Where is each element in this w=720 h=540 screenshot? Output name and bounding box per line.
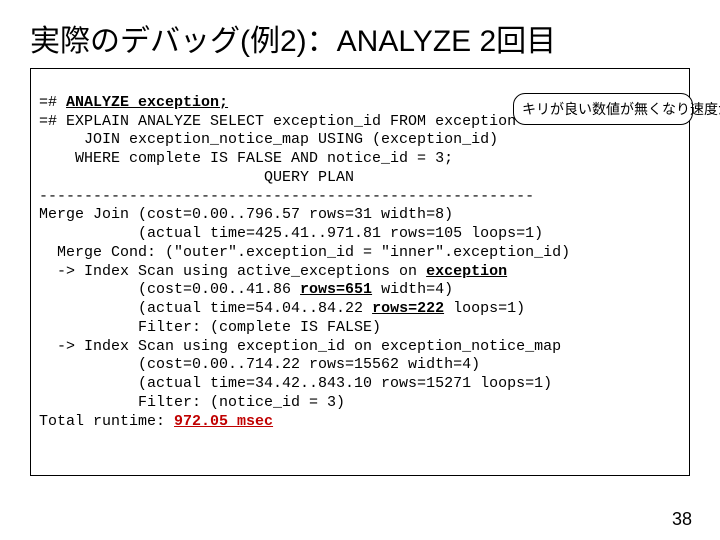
- line-12c: loops=1): [444, 300, 525, 317]
- line-15: (cost=0.00..714.22 rows=15562 width=4): [39, 356, 480, 373]
- line-2: =# EXPLAIN ANALYZE SELECT exception_id F…: [39, 113, 516, 130]
- line-18b: 972.05 msec: [174, 413, 273, 430]
- line-9: Merge Cond: ("outer".exception_id = "inn…: [39, 244, 570, 261]
- page-number: 38: [672, 509, 692, 530]
- line-1b: ANALYZE exception;: [66, 94, 228, 111]
- line-13: Filter: (complete IS FALSE): [39, 319, 381, 336]
- line-8: (actual time=425.41..971.81 rows=105 loo…: [39, 225, 543, 242]
- line-11b: rows=651: [300, 281, 372, 298]
- callout-note: キリが良い数値が無くなり速度が改善。ただし、見積の誤差が増加した理由は謎...: [513, 93, 693, 125]
- line-10a: -> Index Scan using active_exceptions on: [39, 263, 426, 280]
- line-1a: =#: [39, 94, 66, 111]
- line-3: JOIN exception_notice_map USING (excepti…: [39, 131, 498, 148]
- line-12a: (actual time=54.04..84.22: [39, 300, 372, 317]
- line-6: ----------------------------------------…: [39, 188, 534, 205]
- line-7: Merge Join (cost=0.00..796.57 rows=31 wi…: [39, 206, 453, 223]
- line-11a: (cost=0.00..41.86: [39, 281, 300, 298]
- line-10b: exception: [426, 263, 507, 280]
- line-17: Filter: (notice_id = 3): [39, 394, 345, 411]
- line-16: (actual time=34.42..843.10 rows=15271 lo…: [39, 375, 552, 392]
- slide-title: 実際のデバッグ(例2)：ANALYZE 2回目: [30, 16, 690, 60]
- line-12b: rows=222: [372, 300, 444, 317]
- query-plan-box: =# ANALYZE exception; =# EXPLAIN ANALYZE…: [30, 68, 690, 476]
- line-4: WHERE complete IS FALSE AND notice_id = …: [39, 150, 453, 167]
- line-11c: width=4): [372, 281, 453, 298]
- line-14: -> Index Scan using exception_id on exce…: [39, 338, 561, 355]
- line-5: QUERY PLAN: [39, 169, 354, 186]
- line-18a: Total runtime:: [39, 413, 174, 430]
